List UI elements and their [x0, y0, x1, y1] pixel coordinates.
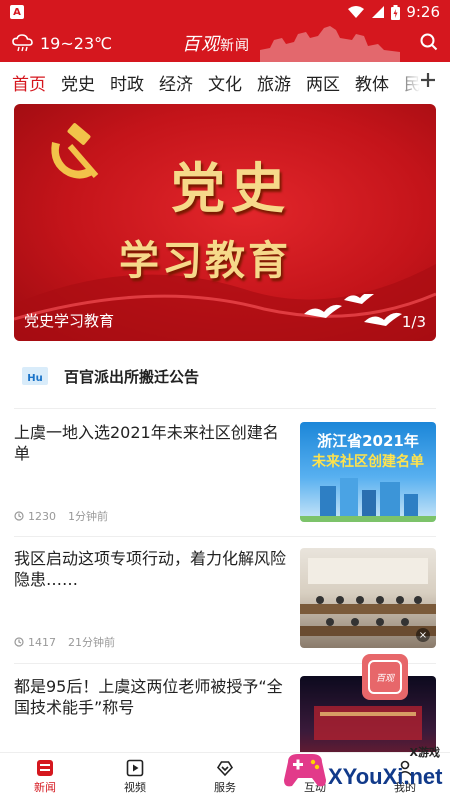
watermark-label: X游戏	[409, 746, 440, 759]
notice-row[interactable]: Hu 百官派出所搬迁公告	[14, 355, 436, 397]
nav-news-label: 新闻	[34, 781, 56, 794]
weather-widget[interactable]: 19~23℃	[12, 34, 112, 53]
status-bar: A 9:26	[0, 0, 450, 24]
svg-text:Hu: Hu	[27, 373, 43, 384]
time-ago: 1分钟前	[68, 510, 108, 523]
close-icon[interactable]: ×	[416, 628, 430, 642]
hammer-sickle-icon	[51, 123, 99, 179]
logo-script: 百观	[182, 34, 220, 55]
view-count: 1230	[28, 509, 56, 523]
nav-service[interactable]: 服务	[180, 753, 270, 800]
app-header: 19~23℃ 百观新闻	[0, 24, 450, 62]
news-title: 上虞一地入选2021年未来社区创建名单	[14, 423, 279, 463]
news-meta: 1417 21分钟前	[14, 634, 115, 650]
cloud-rain-icon	[12, 34, 33, 52]
signal-icon	[372, 6, 385, 18]
status-icons: 9:26	[347, 3, 440, 21]
notice-title: 百官派出所搬迁公告	[64, 367, 200, 386]
banner-title-line2: 学习教育	[119, 237, 291, 284]
nav-news[interactable]: 新闻	[0, 753, 90, 800]
tab-party-history[interactable]: 党史	[61, 70, 95, 95]
add-channel-icon[interactable]	[420, 72, 436, 88]
nav-service-label: 服务	[214, 781, 236, 794]
logo-suffix: 新闻	[220, 38, 250, 54]
banner-caption: 党史学习教育	[24, 312, 115, 330]
banner-title-line1: 党史	[171, 156, 291, 220]
weather-text: 19~23℃	[40, 33, 113, 53]
views-icon	[14, 511, 24, 521]
watermark-url: XYouXi.net	[328, 764, 443, 789]
tabs-fade	[392, 62, 420, 102]
city-buildings-illustration	[300, 478, 436, 522]
skyline-decoration	[260, 26, 400, 62]
tab-tourism[interactable]: 旅游	[257, 70, 291, 95]
news-thumbnail: 浙江省2021年 未来社区创建名单	[300, 422, 436, 522]
floating-app-badge[interactable]: 百观	[362, 654, 408, 700]
battery-icon	[391, 4, 401, 20]
video-icon	[126, 759, 144, 777]
time-ago: 21分钟前	[68, 636, 115, 649]
clock: 9:26	[406, 3, 440, 21]
view-count: 1417	[28, 635, 56, 649]
site-watermark: X游戏 XYouXi.net	[282, 742, 450, 800]
news-thumbnail: ×	[300, 548, 436, 648]
nav-video[interactable]: 视频	[90, 753, 180, 800]
tab-education-sports[interactable]: 教体	[355, 70, 389, 95]
news-item[interactable]: 我区启动这项专项行动，着力化解风险隐患…… 1417 21分钟前 ×	[14, 548, 436, 650]
divider	[14, 408, 436, 409]
thumb-caption-line1: 浙江省2021年	[317, 432, 419, 450]
news-meta: 1230 1分钟前	[14, 508, 108, 524]
views-icon	[14, 637, 24, 647]
police-badge-icon: Hu	[22, 367, 48, 385]
service-icon	[216, 761, 234, 777]
divider	[14, 536, 436, 537]
wifi-icon	[348, 6, 365, 18]
thumb-caption-line2: 未来社区创建名单	[312, 454, 424, 470]
news-title: 我区启动这项专项行动，着力化解风险隐患……	[14, 549, 287, 589]
news-title: 都是95后！上虞这两位老师被授予“全国技术能手”称号	[14, 677, 283, 717]
tab-home[interactable]: 首页	[12, 70, 46, 95]
tab-two-districts[interactable]: 两区	[306, 70, 340, 95]
tab-culture[interactable]: 文化	[208, 70, 242, 95]
tab-politics[interactable]: 时政	[110, 70, 144, 95]
category-tabs: 首页 党史 时政 经济 文化 旅游 两区 教体 民	[0, 62, 450, 102]
app-notification-icon: A	[10, 5, 24, 19]
hero-banner[interactable]: 党史 学习教育 党史学习教育 1/3	[14, 104, 436, 341]
tab-economy[interactable]: 经济	[159, 70, 193, 95]
nav-video-label: 视频	[124, 781, 146, 794]
banner-pager: 1/3	[401, 313, 426, 331]
search-icon[interactable]	[420, 33, 438, 51]
gamepad-icon	[284, 754, 326, 787]
floating-badge-label: 百观	[368, 660, 402, 694]
news-item[interactable]: 上虞一地入选2021年未来社区创建名单 1230 1分钟前 浙江省2021年 未…	[14, 422, 436, 524]
app-logo: 百观新闻	[182, 30, 250, 56]
news-icon	[37, 760, 53, 776]
